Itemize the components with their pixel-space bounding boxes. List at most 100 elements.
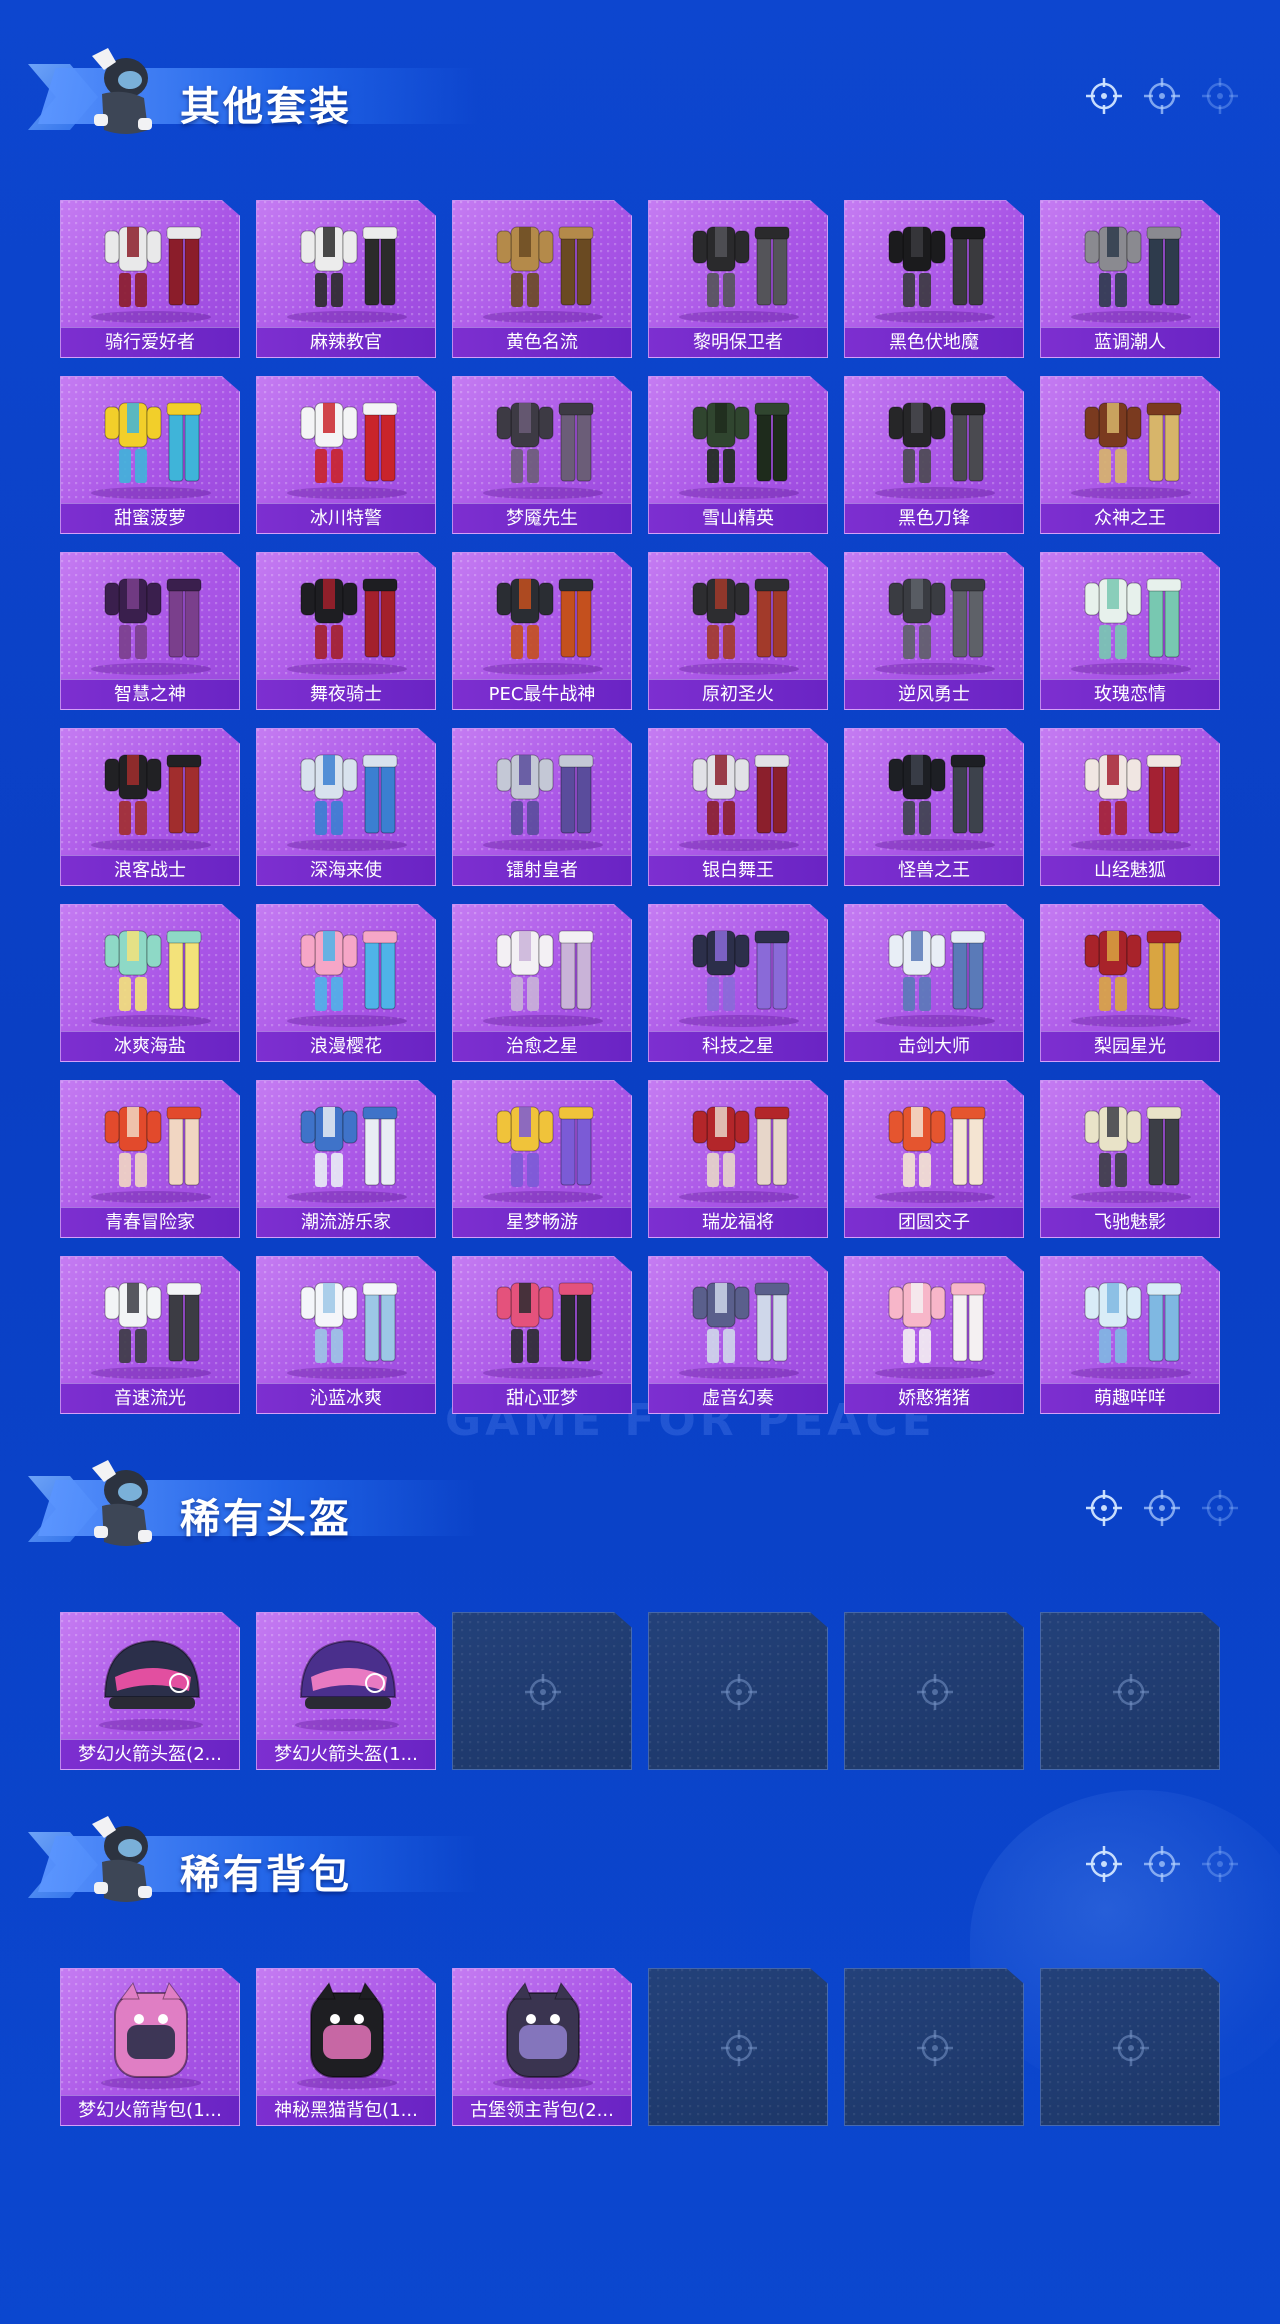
item-card[interactable]: 黑色伏地魔 — [844, 200, 1024, 358]
item-name: 雪山精英 — [649, 503, 827, 533]
item-card[interactable]: 潮流游乐家 — [256, 1080, 436, 1238]
mascot-icon — [92, 1816, 152, 1902]
item-card[interactable]: 舞夜骑士 — [256, 552, 436, 710]
outfit-icon — [483, 226, 603, 323]
item-card[interactable]: 原初圣火 — [648, 552, 828, 710]
item-card[interactable]: 冰爽海盐 — [60, 904, 240, 1062]
item-name: 浪漫樱花 — [257, 1031, 435, 1061]
outfit-icon — [875, 1282, 995, 1379]
crosshair-icon — [1086, 78, 1122, 114]
item-card[interactable]: 击剑大师 — [844, 904, 1024, 1062]
item-card[interactable]: 镭射皇者 — [452, 728, 632, 886]
mascot-icon — [92, 1460, 152, 1546]
item-card[interactable]: 沁蓝冰爽 — [256, 1256, 436, 1414]
item-card[interactable]: 梦幻火箭头盔(1... — [256, 1612, 436, 1770]
item-name: 智慧之神 — [61, 679, 239, 709]
crosshair-icon — [1144, 1490, 1180, 1526]
item-name: 众神之王 — [1041, 503, 1219, 533]
crosshair-icon — [1202, 1490, 1238, 1526]
item-name: 甜蜜菠萝 — [61, 503, 239, 533]
item-card[interactable]: 浪客战士 — [60, 728, 240, 886]
item-card[interactable]: 骑行爱好者 — [60, 200, 240, 358]
outfit-icon — [287, 754, 407, 851]
outfit-icon — [679, 754, 799, 851]
item-name: 沁蓝冰爽 — [257, 1383, 435, 1413]
outfit-icon — [287, 930, 407, 1027]
item-name: 逆风勇士 — [845, 679, 1023, 709]
crosshair-icon — [1144, 1846, 1180, 1882]
item-card[interactable]: 逆风勇士 — [844, 552, 1024, 710]
item-card[interactable]: 黎明保卫者 — [648, 200, 828, 358]
item-card[interactable]: 深海来使 — [256, 728, 436, 886]
outfit-icon — [679, 226, 799, 323]
item-name: 怪兽之王 — [845, 855, 1023, 885]
item-card[interactable]: 梦幻火箭背包(1... — [60, 1968, 240, 2126]
item-card[interactable]: 梦魇先生 — [452, 376, 632, 534]
item-card[interactable]: 星梦畅游 — [452, 1080, 632, 1238]
item-card[interactable]: 青春冒险家 — [60, 1080, 240, 1238]
item-card[interactable]: 团圆交子 — [844, 1080, 1024, 1238]
outfit-icon — [287, 226, 407, 323]
item-name: 原初圣火 — [649, 679, 827, 709]
item-name: 瑞龙福将 — [649, 1207, 827, 1237]
item-card[interactable]: 古堡领主背包(2... — [452, 1968, 632, 2126]
item-card[interactable]: PEC最牛战神 — [452, 552, 632, 710]
item-card[interactable]: 梦幻火箭头盔(2... — [60, 1612, 240, 1770]
item-card[interactable]: 银白舞王 — [648, 728, 828, 886]
item-name: 神秘黑猫背包(1... — [257, 2095, 435, 2125]
item-card[interactable]: 山经魅狐 — [1040, 728, 1220, 886]
outfit-icon — [679, 578, 799, 675]
item-card[interactable]: 玫瑰恋情 — [1040, 552, 1220, 710]
item-name: 团圆交子 — [845, 1207, 1023, 1237]
crosshair-icon — [1144, 78, 1180, 114]
outfit-icon — [91, 578, 211, 675]
item-name: 蓝调潮人 — [1041, 327, 1219, 357]
item-grid: 梦幻火箭背包(1... 神秘黑猫背包(1... 古堡领主背包(2... — [60, 1968, 1220, 2126]
item-card[interactable]: 冰川特警 — [256, 376, 436, 534]
item-card[interactable]: 娇憨猪猪 — [844, 1256, 1024, 1414]
item-card[interactable]: 治愈之星 — [452, 904, 632, 1062]
outfit-icon — [483, 754, 603, 851]
item-card[interactable]: 虚音幻奏 — [648, 1256, 828, 1414]
crosshair-icon — [917, 1674, 953, 1710]
crosshair-icon — [1202, 78, 1238, 114]
item-card[interactable]: 甜心亚梦 — [452, 1256, 632, 1414]
item-card[interactable]: 怪兽之王 — [844, 728, 1024, 886]
item-card[interactable]: 飞驰魅影 — [1040, 1080, 1220, 1238]
outfit-icon — [1071, 1282, 1191, 1379]
item-name: 黑色伏地魔 — [845, 327, 1023, 357]
helmet-icon — [295, 1639, 399, 1731]
item-grid: 骑行爱好者 麻辣教官 黄色名流 黎明保卫者 黑色伏地魔 蓝调潮人 甜蜜菠萝 冰川… — [60, 200, 1220, 1414]
item-card[interactable]: 麻辣教官 — [256, 200, 436, 358]
item-name: 科技之星 — [649, 1031, 827, 1061]
item-card[interactable]: 甜蜜菠萝 — [60, 376, 240, 534]
item-card[interactable]: 雪山精英 — [648, 376, 828, 534]
outfit-icon — [875, 226, 995, 323]
crosshair-icon — [721, 1674, 757, 1710]
item-card[interactable]: 浪漫樱花 — [256, 904, 436, 1062]
item-card[interactable]: 蓝调潮人 — [1040, 200, 1220, 358]
item-name: 梦幻火箭头盔(1... — [257, 1739, 435, 1769]
item-name: 山经魅狐 — [1041, 855, 1219, 885]
item-card[interactable]: 科技之星 — [648, 904, 828, 1062]
item-name: 萌趣咩咩 — [1041, 1383, 1219, 1413]
item-name: 舞夜骑士 — [257, 679, 435, 709]
outfit-icon — [91, 402, 211, 499]
outfit-icon — [483, 402, 603, 499]
item-card[interactable]: 梨园星光 — [1040, 904, 1220, 1062]
item-card[interactable]: 黑色刀锋 — [844, 376, 1024, 534]
crosshair-icon — [917, 2030, 953, 2066]
crosshair-icon — [721, 2030, 757, 2066]
item-card[interactable]: 众神之王 — [1040, 376, 1220, 534]
item-name: 音速流光 — [61, 1383, 239, 1413]
item-name: 麻辣教官 — [257, 327, 435, 357]
item-card[interactable]: 黄色名流 — [452, 200, 632, 358]
item-card[interactable]: 瑞龙福将 — [648, 1080, 828, 1238]
item-name: PEC最牛战神 — [453, 679, 631, 709]
empty-slot — [1040, 1612, 1220, 1770]
item-card[interactable]: 神秘黑猫背包(1... — [256, 1968, 436, 2126]
item-grid: 梦幻火箭头盔(2... 梦幻火箭头盔(1... — [60, 1612, 1220, 1770]
item-card[interactable]: 音速流光 — [60, 1256, 240, 1414]
item-card[interactable]: 智慧之神 — [60, 552, 240, 710]
item-card[interactable]: 萌趣咩咩 — [1040, 1256, 1220, 1414]
